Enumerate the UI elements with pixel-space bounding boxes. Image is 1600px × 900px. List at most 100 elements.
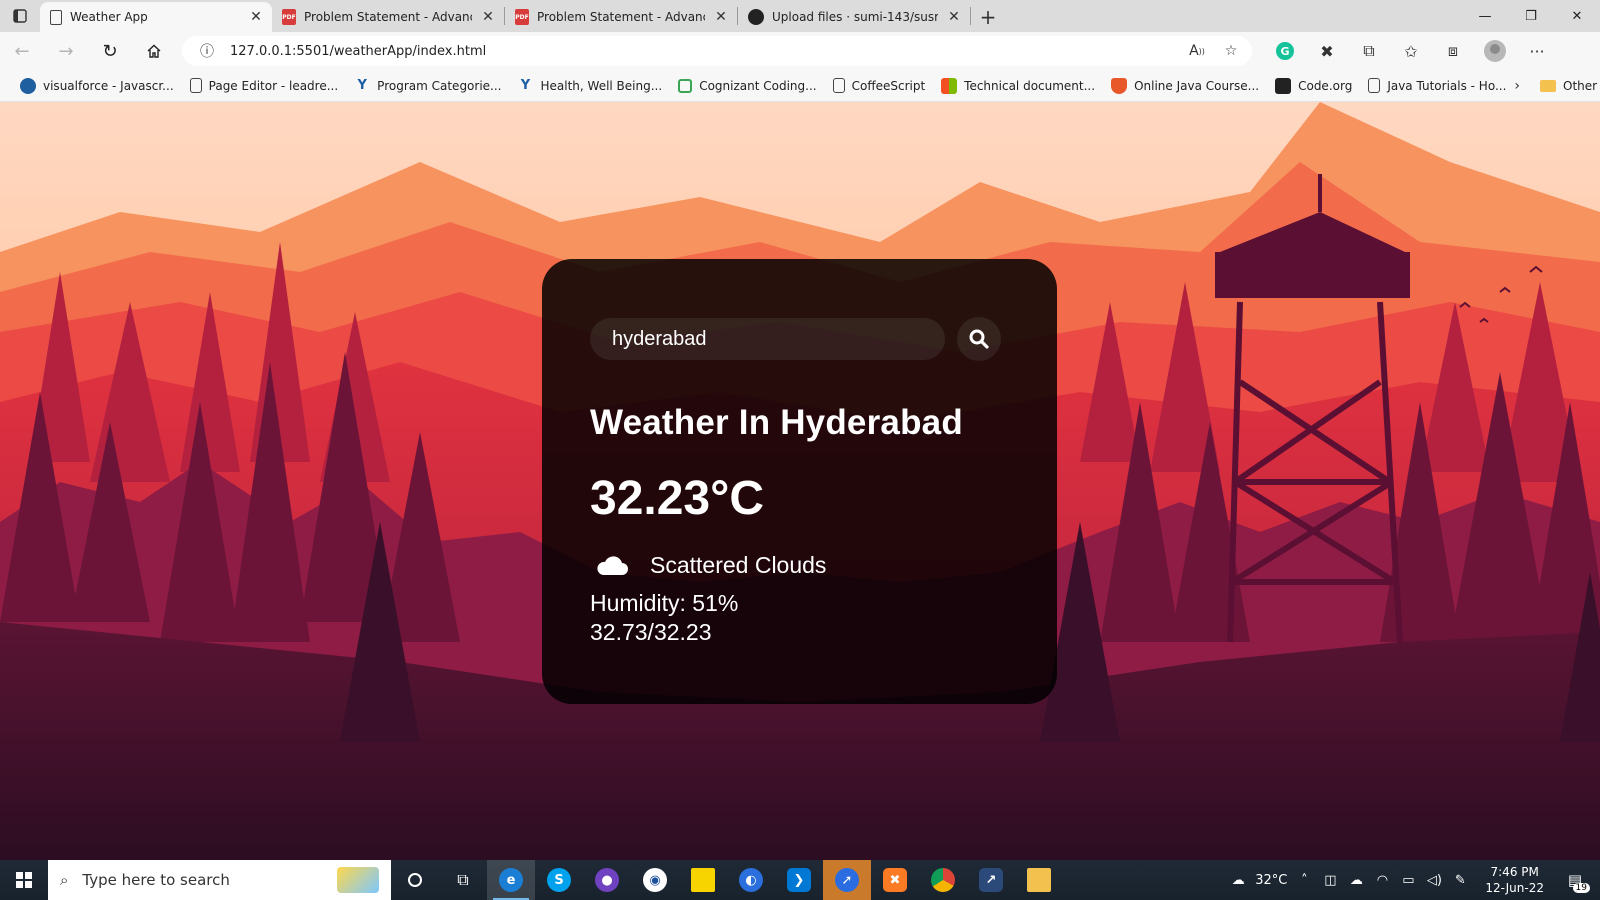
taskbar-edge-icon[interactable]: e [487,860,535,900]
bookmark-label: Code.org [1298,78,1353,93]
bookmark-label: Technical document... [964,78,1096,93]
extension-puzzle-alt-icon[interactable]: ✖ [1308,35,1346,67]
temperature-value: 32.23°C [590,472,764,525]
tab-title: Problem Statement - Advanced J [537,10,705,24]
bookmark-java-tutorials[interactable]: Java Tutorials - Ho... [1360,73,1514,99]
bookmark-label: Cognizant Coding... [699,78,817,93]
bookmark-visualforce[interactable]: visualforce - Javascr... [12,73,182,99]
windows-logo-icon [16,872,32,888]
notification-count: 19 [1572,883,1590,893]
bookmark-page-editor[interactable]: Page Editor - leadre... [182,73,347,99]
bookmark-coffeescript[interactable]: CoffeeScript [825,73,934,99]
wifi-icon[interactable]: ◠ [1373,871,1391,889]
bookmark-cognizant[interactable]: Cognizant Coding... [670,73,824,99]
pen-icon[interactable]: ✎ [1451,871,1469,889]
tab-actions-menu-icon[interactable] [0,0,40,32]
close-tab-icon[interactable]: ✕ [946,9,962,25]
more-menu-icon[interactable]: ··· [1518,35,1556,67]
taskbar-clock[interactable]: 7:46 PM 12-Jun-22 [1485,864,1544,896]
taskbar-skype-icon[interactable]: S [535,860,583,900]
onedrive-icon[interactable]: ☁ [1347,871,1365,889]
task-view-icon[interactable]: ⧉ [439,860,487,900]
browser-toolbar: ← → ↻ ⓘ 127.0.0.1:5501/weatherApp/index.… [0,32,1600,70]
home-icon[interactable] [132,33,176,69]
system-tray: ☁ 32°C ˄ ◫ ☁ ◠ ▭ ◁) ✎ 7:46 PM 12-Jun-22 … [1229,864,1600,896]
taskbar-compass-icon[interactable]: ➚ [823,860,871,900]
forward-icon[interactable]: → [44,33,88,69]
bookmark-program-categories[interactable]: Y Program Categorie... [346,73,509,99]
extensions-icon[interactable]: ⧉ [1350,35,1388,67]
clock-time: 7:46 PM [1490,865,1539,879]
close-tab-icon[interactable]: ✕ [248,9,264,25]
back-icon[interactable]: ← [0,33,44,69]
restore-icon[interactable]: ❐ [1508,0,1554,32]
taskbar-search-box[interactable]: ⌕ Type here to search [48,860,391,900]
battery-icon[interactable]: ▭ [1399,871,1417,889]
taskbar-graph-icon[interactable]: ↗ [967,860,1015,900]
tray-temperature[interactable]: 32°C [1255,873,1287,888]
taskbar-github-desktop-icon[interactable]: ● [583,860,631,900]
grid-icon [1275,77,1292,94]
bookmark-label: Java Tutorials - Ho... [1387,78,1507,93]
bookmark-online-java[interactable]: Online Java Course... [1103,73,1267,99]
volume-icon[interactable]: ◁) [1425,871,1443,889]
read-aloud-icon[interactable]: A)) [1186,40,1208,62]
taskbar-sticky-notes-icon[interactable] [679,860,727,900]
folder-icon [1540,79,1557,92]
minimize-icon[interactable]: — [1462,0,1508,32]
windows-taskbar: ⌕ Type here to search ⧉ e S ● ◉ ◐ ❯ ➚ ✖ … [0,860,1600,900]
city-search-input[interactable] [590,318,945,360]
chevron-up-icon[interactable]: ˄ [1295,871,1313,889]
page-icon [189,78,202,93]
weather-cloud-icon[interactable]: ☁ [1229,871,1247,889]
windows-start-button[interactable] [0,860,48,900]
bookmark-code-org[interactable]: Code.org [1267,73,1360,99]
taskbar-firefox-icon[interactable]: ◐ [727,860,775,900]
add-favorite-icon[interactable]: ☆ [1220,40,1242,62]
close-tab-icon[interactable]: ✕ [480,9,496,25]
bookmark-technical-docs[interactable]: Technical document... [933,73,1103,99]
weather-description: Scattered Clouds [650,551,827,578]
bookmark-label: CoffeeScript [851,78,926,93]
tab-problem-statement-1[interactable]: PDF Problem Statement - Advanced J ✕ [272,2,504,32]
bookmark-label: Program Categorie... [377,78,502,93]
page-viewport: Weather In Hyderabad 32.23°C Scattered C… [0,102,1600,860]
humidity-text: Humidity: 51% [590,590,739,616]
chevron-right-icon[interactable]: › [1514,78,1520,94]
meet-now-icon[interactable]: ◫ [1321,871,1339,889]
taskbar-app-icon[interactable]: ◉ [631,860,679,900]
new-tab-button[interactable]: + [971,2,1005,32]
tab-weather-app[interactable]: Weather App ✕ [40,2,272,32]
search-highlight-icon [337,867,379,893]
collections-icon[interactable]: ⧈ [1434,35,1472,67]
address-bar[interactable]: ⓘ 127.0.0.1:5501/weatherApp/index.html A… [182,36,1252,66]
url-text[interactable]: 127.0.0.1:5501/weatherApp/index.html [230,44,1174,59]
close-tab-icon[interactable]: ✕ [713,9,729,25]
bookmark-health[interactable]: Y Health, Well Being... [510,73,671,99]
microsoft-icon [941,77,958,94]
tab-problem-statement-2[interactable]: PDF Problem Statement - Advanced J ✕ [505,2,737,32]
toolbar-extensions: G ✖ ⧉ ✩ ⧈ ··· [1266,35,1556,67]
grammarly-icon[interactable]: G [1266,35,1304,67]
search-icon: ⌕ [60,871,69,889]
search-button[interactable] [957,317,1001,361]
taskbar-vscode-icon[interactable]: ❯ [775,860,823,900]
taskbar-xampp-icon[interactable]: ✖ [871,860,919,900]
cloud-icon [20,77,36,94]
profile-avatar[interactable] [1476,35,1514,67]
tab-upload-files[interactable]: Upload files · sumi-143/susmitha ✕ [738,2,970,32]
bookmark-other-favorites[interactable]: Other favorites [1532,73,1600,99]
favorites-icon[interactable]: ✩ [1392,35,1430,67]
cortana-icon[interactable] [391,860,439,900]
taskbar-chrome-icon[interactable] [919,860,967,900]
info-icon[interactable]: ⓘ [196,40,218,62]
taskbar-file-explorer-icon[interactable] [1015,860,1063,900]
bookmark-label: Page Editor - leadre... [208,78,339,93]
refresh-icon[interactable]: ↻ [88,33,132,69]
tab-title: Problem Statement - Advanced J [304,10,472,24]
notification-center-icon[interactable]: ▤ 19 [1560,865,1590,895]
close-window-icon[interactable]: ✕ [1554,0,1600,32]
bookmark-label: visualforce - Javascr... [43,78,174,93]
clock-date: 12-Jun-22 [1485,881,1544,895]
temp-min-max: 32.73/32.23 [590,619,712,645]
